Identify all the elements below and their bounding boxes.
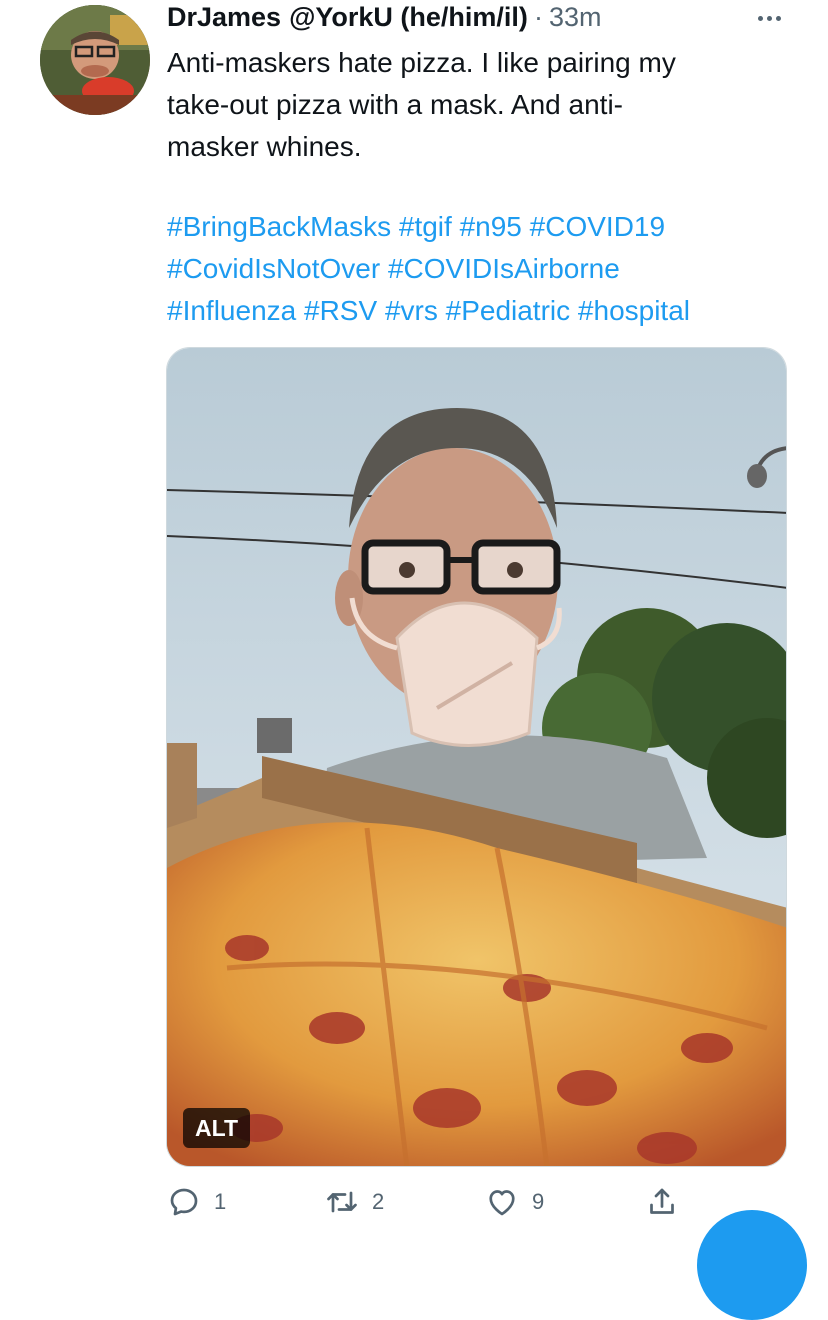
hashtag-link[interactable]: #n95 <box>460 211 522 242</box>
retweet-icon <box>327 1191 357 1213</box>
header-separator: · <box>533 2 543 32</box>
hashtag-link[interactable]: #Pediatric <box>446 295 571 326</box>
hashtag-link[interactable]: #RSV <box>304 295 377 326</box>
like-count: 9 <box>532 1189 545 1214</box>
tweet-timestamp[interactable]: 33m <box>549 2 602 33</box>
tweet-photo[interactable]: ALT <box>166 347 787 1167</box>
like-icon <box>489 1190 515 1216</box>
tweet-actions: 1 2 9 <box>0 1184 828 1224</box>
share-button[interactable] <box>644 1184 680 1220</box>
hashtag-link[interactable]: #hospital <box>578 295 690 326</box>
more-icon[interactable] <box>752 6 786 30</box>
hashtag-link[interactable]: #Influenza <box>167 295 296 326</box>
hashtag-link[interactable]: #COVIDIsAirborne <box>388 253 620 284</box>
author-handle[interactable]: @YorkU (he/him/il) <box>289 2 528 33</box>
like-button[interactable]: 9 <box>484 1184 544 1220</box>
share-icon <box>650 1188 674 1214</box>
hashtag-link[interactable]: #vrs <box>385 295 438 326</box>
tweet-text: Anti-maskers hate pizza. I like pairing … <box>167 47 676 162</box>
tweet-header: DrJames @YorkU (he/him/il) · 33m <box>167 2 601 38</box>
retweet-button[interactable]: 2 <box>324 1184 384 1220</box>
hashtag-line: #Influenza #RSV #vrs #Pediatric #hospita… <box>167 290 807 332</box>
reply-icon <box>170 1188 198 1216</box>
compose-tweet-button[interactable] <box>697 1210 807 1320</box>
tweet-hashtags: #BringBackMasks #tgif #n95 #COVID19 #Covi… <box>167 206 807 332</box>
hashtag-link[interactable]: #tgif <box>399 211 452 242</box>
hashtag-link[interactable]: #COVID19 <box>530 211 665 242</box>
alt-text-button[interactable]: ALT <box>183 1108 251 1148</box>
hashtag-line: #BringBackMasks #tgif #n95 #COVID19 <box>167 206 807 248</box>
reply-button[interactable]: 1 <box>166 1184 226 1220</box>
retweet-count: 2 <box>372 1189 385 1214</box>
reply-count: 1 <box>214 1189 227 1214</box>
hashtag-line: #CovidIsNotOver #COVIDIsAirborne <box>167 248 807 290</box>
hashtag-link[interactable]: #BringBackMasks <box>167 211 391 242</box>
hashtag-link[interactable]: #CovidIsNotOver <box>167 253 380 284</box>
author-avatar[interactable] <box>40 5 150 115</box>
author-name[interactable]: DrJames <box>167 2 281 33</box>
